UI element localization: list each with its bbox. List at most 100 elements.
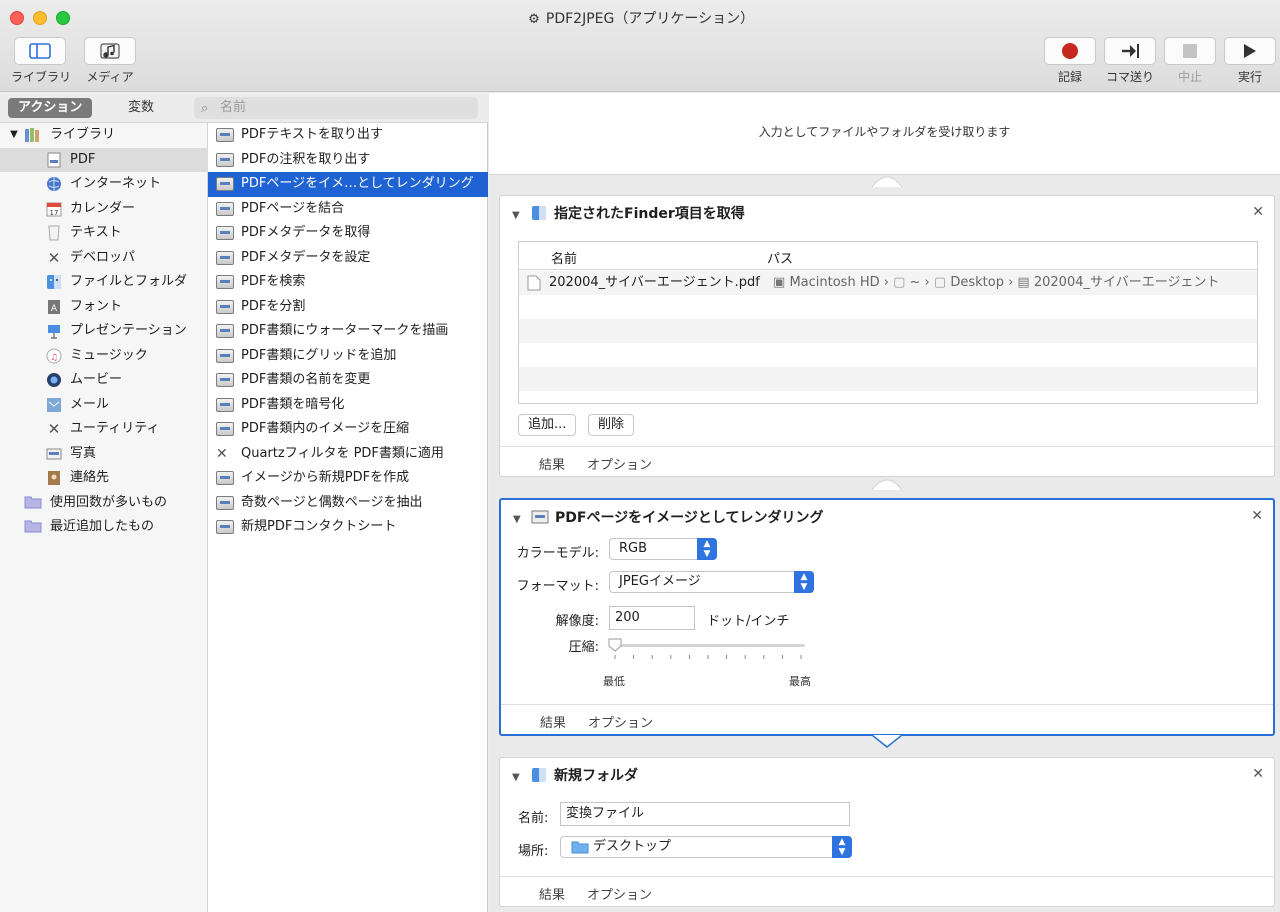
library-item-internet[interactable]: インターネット	[0, 172, 208, 197]
resolution-input[interactable]: 200	[609, 606, 695, 630]
action-icon	[216, 397, 234, 412]
table-row	[519, 367, 1257, 391]
calendar-icon: 17	[46, 201, 62, 217]
location-label: 場所:	[518, 844, 549, 859]
record-button[interactable]	[1044, 37, 1096, 65]
format-select[interactable]: JPEGイメージ ▲ ▼	[609, 571, 814, 593]
smart-group-most-used[interactable]: 使用回数が多いもの	[0, 491, 208, 516]
library-item-movies[interactable]: ムービー	[0, 368, 208, 393]
action-item[interactable]: PDFの注釈を取り出す	[208, 148, 488, 173]
pane-header: アクション 変数 ⌕ 名前	[0, 93, 488, 123]
results-tab[interactable]: 結果	[539, 454, 565, 473]
globe-icon	[46, 176, 62, 192]
card-title: ▼ PDFページをイメージとしてレンダリング	[513, 508, 823, 528]
library-item-mail[interactable]: メール	[0, 393, 208, 418]
action-item[interactable]: PDFページを結合	[208, 197, 488, 222]
library-item-contacts[interactable]: 連絡先	[0, 466, 208, 491]
add-button[interactable]: 追加...	[518, 414, 577, 436]
library-item-text[interactable]: テキスト	[0, 221, 208, 246]
table-row[interactable]: 202004_サイバーエージェント.pdf ▣ Macintosh HD › ▢…	[519, 271, 1257, 295]
library-item-fonts[interactable]: A フォント	[0, 295, 208, 320]
action-item-selected[interactable]: PDFページをイメ…としてレンダリング	[208, 172, 488, 197]
options-tab[interactable]: オプション	[587, 884, 652, 903]
column-header-name[interactable]: 名前	[551, 248, 577, 267]
action-item[interactable]: PDF書類にウォーターマークを描画	[208, 319, 488, 344]
disclosure-down-icon[interactable]: ▼	[512, 768, 524, 788]
contacts-icon	[46, 470, 62, 486]
action-item[interactable]: 奇数ページと偶数ページを抽出	[208, 491, 488, 516]
card-footer: 結果 オプション	[501, 704, 1273, 734]
step-button[interactable]	[1104, 37, 1156, 65]
pdf-icon	[46, 152, 62, 168]
library-item-calendar[interactable]: 17 カレンダー	[0, 197, 208, 222]
disclosure-down-icon[interactable]: ▼	[6, 127, 22, 143]
action-item[interactable]: PDF書類を暗号化	[208, 393, 488, 418]
action-item[interactable]: イメージから新規PDFを作成	[208, 466, 488, 491]
library-item-files-folders[interactable]: ファイルとフォルダ	[0, 270, 208, 295]
location-select[interactable]: デスクトップ ▲ ▼	[560, 836, 852, 858]
results-tab[interactable]: 結果	[539, 884, 565, 903]
action-icon	[216, 177, 234, 191]
library-item-utilities[interactable]: ✕ ユーティリティ	[0, 417, 208, 442]
step-label: コマ送り	[1105, 70, 1154, 84]
compression-slider[interactable]	[607, 638, 807, 664]
folder-name-input[interactable]: 変換ファイル	[560, 802, 850, 826]
close-icon[interactable]: ✕	[1252, 204, 1264, 220]
library-item-pdf[interactable]: PDF	[0, 147, 208, 172]
action-item[interactable]: 新規PDFコンタクトシート	[208, 515, 488, 540]
stop-button[interactable]	[1164, 37, 1216, 65]
folder-icon	[571, 841, 589, 854]
tab-variables[interactable]: 変数	[118, 98, 164, 118]
library-item-presentation[interactable]: プレゼンテーション	[0, 319, 208, 344]
action-item[interactable]: PDF書類にグリッドを追加	[208, 344, 488, 369]
action-item[interactable]: PDF書類の名前を変更	[208, 368, 488, 393]
table-row	[519, 295, 1257, 319]
presentation-icon	[46, 323, 62, 339]
finder-icon	[532, 768, 546, 782]
action-item[interactable]: ✕ Quartzフィルタを PDF書類に適用	[208, 442, 488, 467]
finder-icon	[532, 206, 546, 220]
close-icon[interactable]: ✕	[1252, 766, 1264, 782]
close-icon[interactable]: ✕	[1251, 508, 1263, 524]
action-item[interactable]: PDF書類内のイメージを圧縮	[208, 417, 488, 442]
library-item-developer[interactable]: ✕ デベロッパ	[0, 246, 208, 271]
action-icon	[216, 250, 234, 265]
action-icon	[216, 201, 234, 216]
action-item[interactable]: PDFを検索	[208, 270, 488, 295]
chevron-updown-icon: ▲ ▼	[697, 538, 717, 560]
tab-actions[interactable]: アクション	[8, 98, 93, 118]
column-header-path[interactable]: パス	[767, 248, 793, 267]
library-item-photos[interactable]: 写真	[0, 442, 208, 467]
card-footer: 結果 オプション	[500, 446, 1274, 476]
color-model-select[interactable]: RGB ▲ ▼	[609, 538, 717, 560]
action-item[interactable]: PDFテキストを取り出す	[208, 123, 488, 148]
action-item[interactable]: PDFメタデータを取得	[208, 221, 488, 246]
action-item[interactable]: PDFメタデータを設定	[208, 246, 488, 271]
show-library-button[interactable]	[14, 37, 66, 65]
action-icon	[216, 226, 234, 240]
library-root[interactable]: ▼ ライブラリ	[0, 123, 208, 148]
options-tab[interactable]: オプション	[588, 712, 653, 731]
results-tab[interactable]: 結果	[540, 712, 566, 731]
photo-icon	[46, 446, 62, 462]
run-button[interactable]	[1224, 37, 1276, 65]
delete-button[interactable]: 削除	[588, 414, 635, 436]
svg-text:A: A	[51, 304, 58, 314]
connector-icon	[872, 735, 902, 748]
table-header: 名前 パス	[519, 242, 1257, 270]
compression-label: 圧縮:	[568, 640, 599, 655]
connector-icon	[872, 479, 902, 490]
file-name: 202004_サイバーエージェント.pdf	[549, 275, 760, 290]
slider-knob[interactable]	[608, 638, 622, 652]
smart-group-recently-added[interactable]: 最近追加したもの	[0, 515, 208, 540]
run-label: 実行	[1237, 70, 1262, 84]
step-icon	[1122, 44, 1139, 58]
disclosure-down-icon[interactable]: ▼	[512, 206, 524, 226]
library-item-music[interactable]: ♫ ミュージック	[0, 344, 208, 369]
media-button[interactable]	[84, 37, 136, 65]
options-tab[interactable]: オプション	[587, 454, 652, 473]
search-input[interactable]: ⌕ 名前	[194, 97, 478, 119]
action-item[interactable]: PDFを分割	[208, 295, 488, 320]
disclosure-down-icon[interactable]: ▼	[513, 510, 525, 530]
window-title: ⚙ PDF2JPEG（アプリケーション）	[0, 8, 1280, 28]
